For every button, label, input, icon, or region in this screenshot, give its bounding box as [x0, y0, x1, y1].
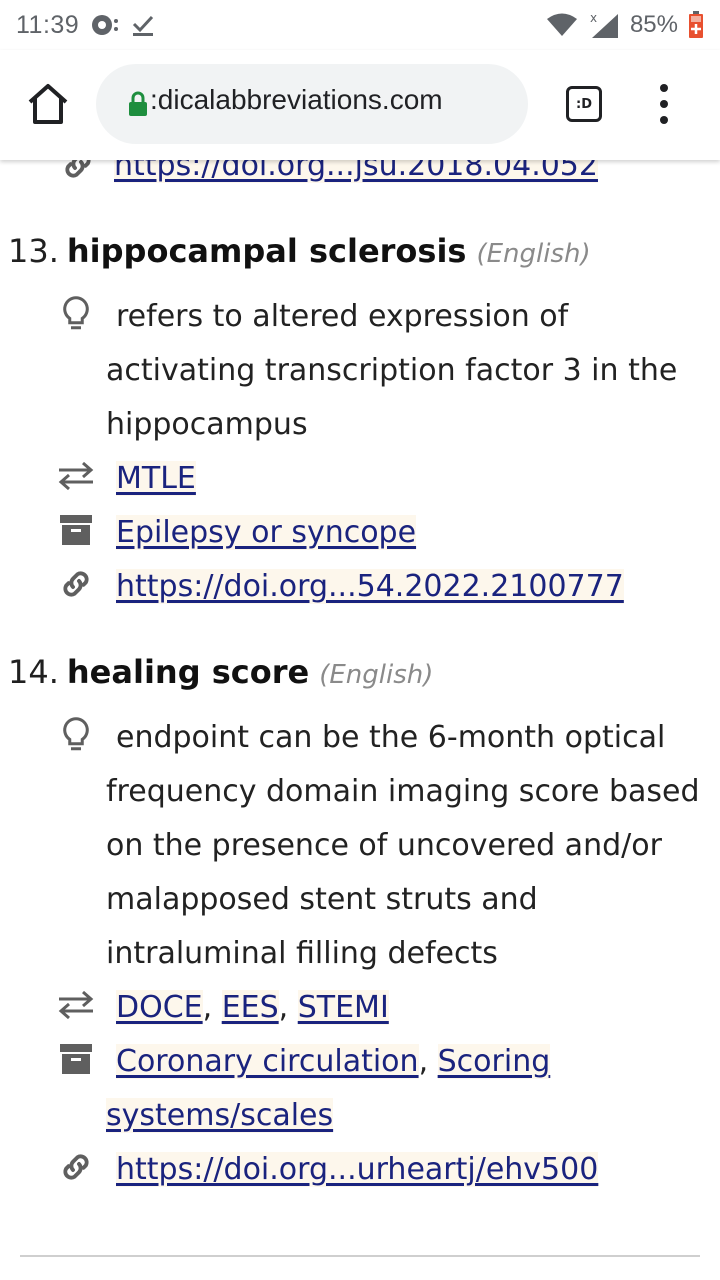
separator: , — [418, 1044, 438, 1079]
home-icon[interactable] — [24, 80, 72, 128]
abbreviation-row: MTLE — [56, 454, 696, 504]
tab-switcher-button[interactable]: :D — [566, 86, 602, 122]
more-options-icon[interactable] — [652, 84, 676, 124]
url-text: :dicalabbreviations.com — [150, 84, 443, 115]
swap-icon — [56, 456, 96, 496]
lightbulb-icon — [56, 715, 96, 755]
definition-text: endpoint can be the 6-month optical freq… — [106, 720, 700, 971]
category-row: Coronary circulation, Scoring systems/sc… — [56, 1037, 696, 1145]
abbreviation-link[interactable]: EES — [221, 990, 279, 1025]
category-list: Epilepsy or syncope — [116, 506, 716, 560]
entry-language: (English) — [319, 660, 434, 690]
lock-icon — [129, 91, 147, 116]
doi-link[interactable]: https://doi.org...54.2022.2100777 — [116, 569, 624, 604]
entry-term: hippocampal sclerosis — [66, 232, 467, 270]
page-content: https://doi.org...jsu.2018.04.052 13. hi… — [0, 0, 720, 1280]
abbreviation-link[interactable]: DOCE — [116, 990, 203, 1025]
definition-text: refers to altered expression of activati… — [106, 299, 678, 442]
swap-icon — [56, 985, 96, 1025]
definition-row: refers to altered expression of activati… — [56, 292, 696, 452]
entry-language: (English) — [476, 239, 591, 269]
entry-number: 14. — [8, 653, 59, 691]
lightbulb-icon — [56, 294, 96, 334]
divider — [20, 1255, 700, 1257]
browser-toolbar: :dicalabbreviations.com :D — [0, 50, 720, 160]
category-list: Coronary circulation, Scoring systems/sc… — [106, 1035, 586, 1143]
doi-text: https://doi.org...54.2022.2100777 — [116, 560, 716, 614]
doi-row: https://doi.org...54.2022.2100777 — [56, 562, 696, 612]
doi-link[interactable]: https://doi.org...urheartj/ehv500 — [116, 1152, 599, 1187]
entry-term: healing score — [66, 653, 310, 691]
abbreviation-link[interactable]: MTLE — [116, 461, 196, 496]
abbreviation-list: DOCE, EES, STEMI — [116, 981, 716, 1035]
address-bar[interactable]: :dicalabbreviations.com — [96, 64, 528, 144]
archive-icon — [56, 510, 96, 550]
category-link[interactable]: Coronary circulation — [116, 1044, 419, 1079]
link-icon — [56, 1147, 96, 1187]
category-link[interactable]: Epilepsy or syncope — [116, 515, 417, 550]
abbreviation-row: DOCE, EES, STEMI — [56, 983, 696, 1033]
entry-number: 13. — [8, 232, 59, 270]
doi-text: https://doi.org...urheartj/ehv500 — [116, 1143, 716, 1197]
entry-title: 14. healing score (English) — [8, 653, 433, 691]
entry-title: 13. hippocampal sclerosis (English) — [8, 232, 591, 270]
archive-icon — [56, 1039, 96, 1079]
category-row: Epilepsy or syncope — [56, 508, 696, 558]
definition-row: endpoint can be the 6-month optical freq… — [56, 713, 700, 983]
separator: , — [202, 990, 222, 1025]
abbreviation-list: MTLE — [116, 452, 716, 506]
link-icon — [56, 564, 96, 604]
abbreviation-link[interactable]: STEMI — [297, 990, 389, 1025]
separator: , — [278, 990, 298, 1025]
doi-row: https://doi.org...urheartj/ehv500 — [56, 1145, 696, 1195]
